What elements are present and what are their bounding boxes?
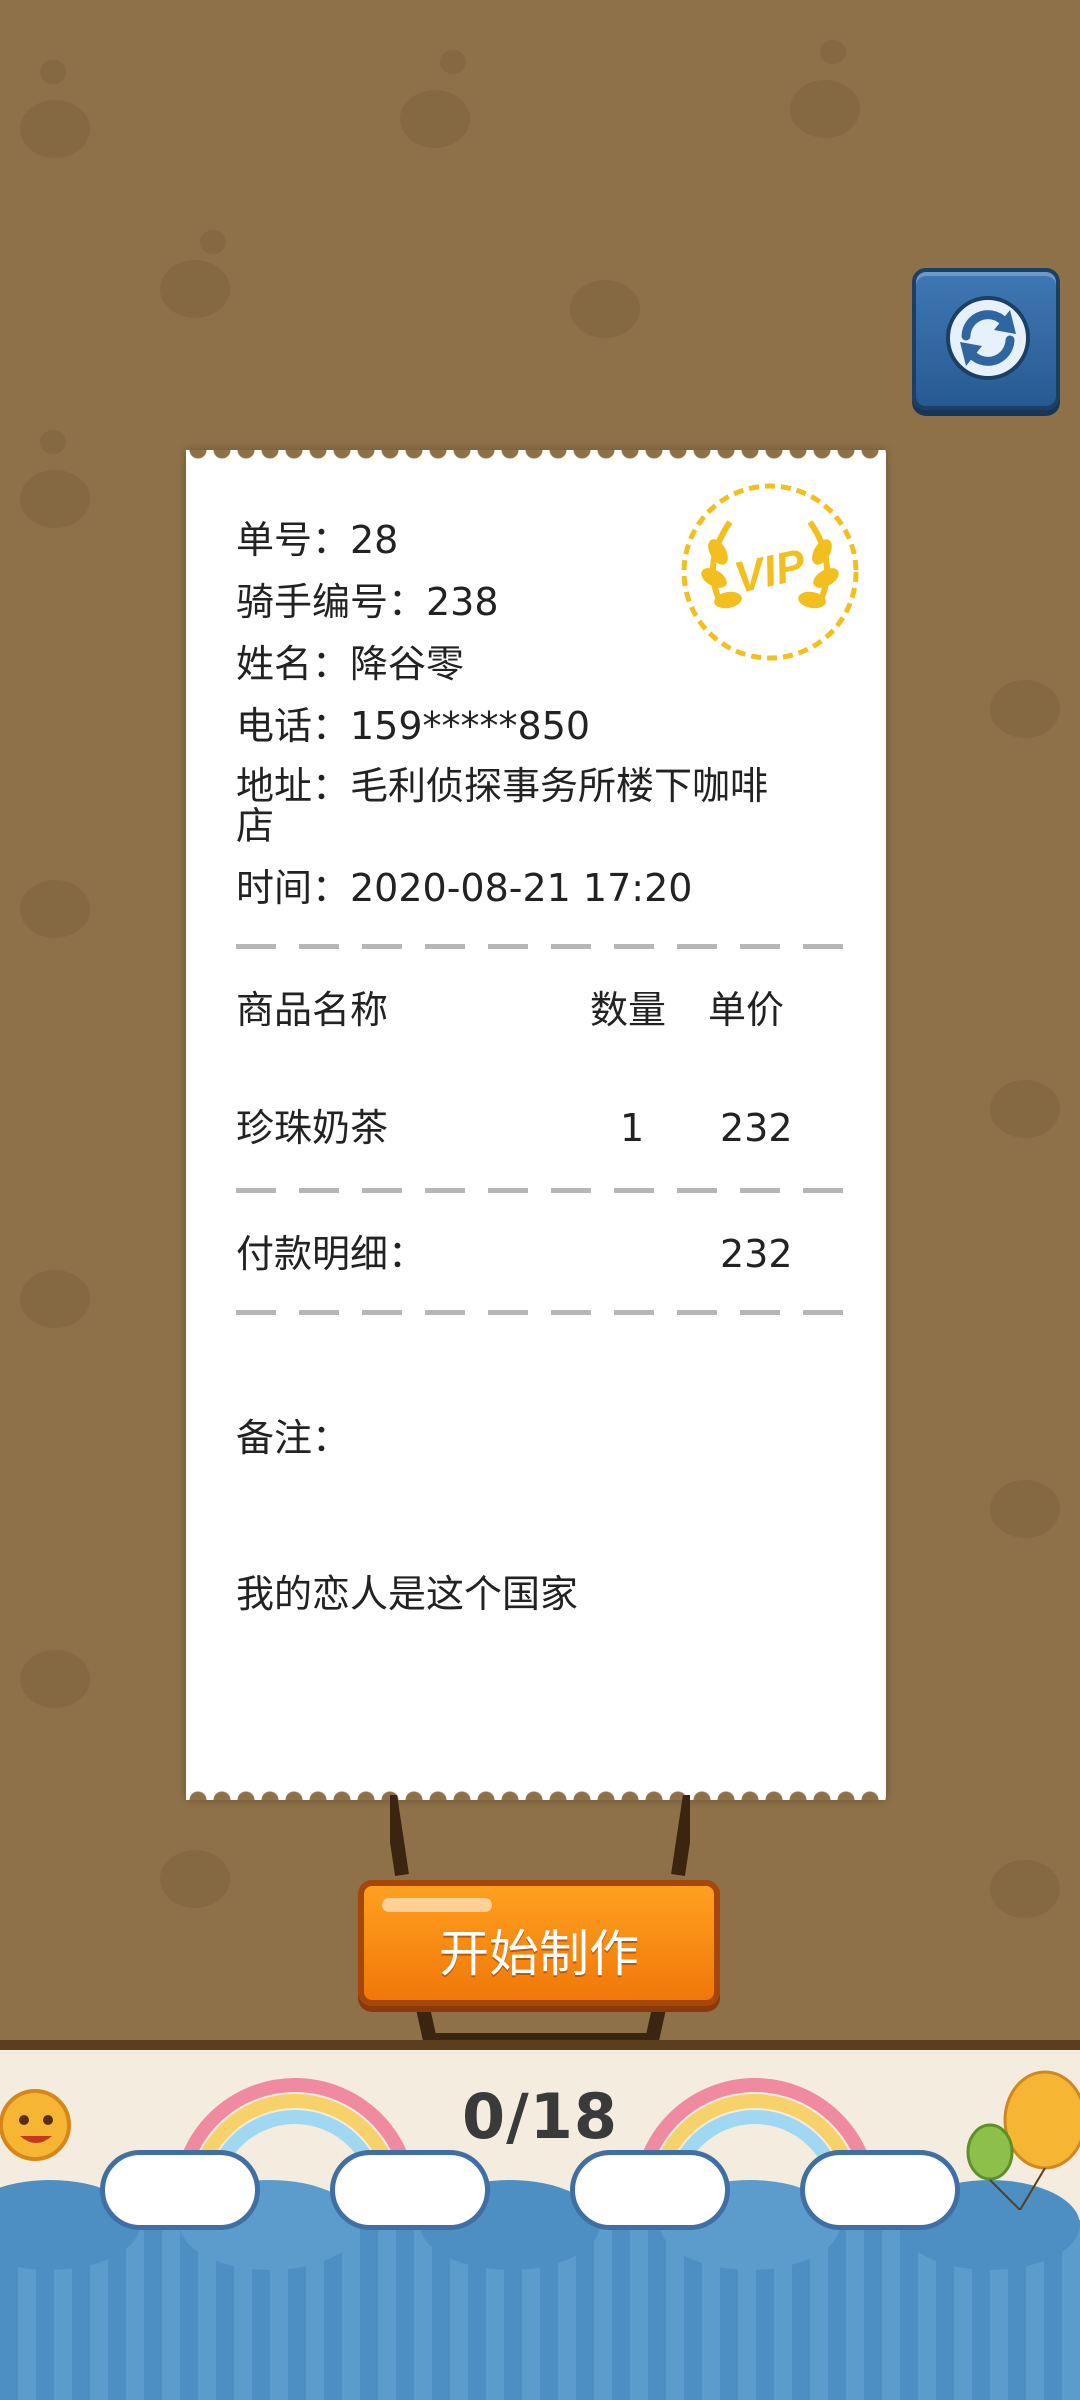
cloud-icon xyxy=(100,2150,260,2230)
cloud-icon xyxy=(800,2150,960,2230)
start-making-label: 开始制作 xyxy=(439,1925,639,1983)
order-receipt: VIP 单号：28 骑手编号：238 姓名：降谷零 电话：159*****850… xyxy=(186,450,886,1800)
address-line-2: 店 xyxy=(236,804,275,848)
button-shine xyxy=(382,1898,492,1912)
divider xyxy=(236,1310,846,1315)
vip-laurel-icon: VIP xyxy=(681,483,859,661)
payment-label: 付款明细： xyxy=(236,1232,427,1276)
refresh-icon xyxy=(946,296,1030,380)
cloud-icon xyxy=(330,2150,490,2230)
column-unit-price: 单价 xyxy=(708,988,785,1032)
rider-number: 骑手编号：238 xyxy=(236,580,499,624)
item-unit-price: 232 xyxy=(720,1106,793,1150)
bottom-panel: 0/18 xyxy=(0,2040,1080,2400)
receipt-top-edge xyxy=(186,450,886,464)
divider xyxy=(236,1188,846,1193)
order-progress-counter: 0/18 xyxy=(461,2080,619,2153)
customer-phone: 电话：159*****850 xyxy=(236,704,591,748)
note-text: 我的恋人是这个国家 xyxy=(236,1572,579,1616)
order-time: 时间：2020-08-21 17:20 xyxy=(236,866,693,910)
column-item-name: 商品名称 xyxy=(236,988,389,1032)
order-number: 单号：28 xyxy=(236,518,399,562)
divider xyxy=(236,944,846,949)
customer-name: 姓名：降谷零 xyxy=(236,642,465,686)
item-quantity: 1 xyxy=(620,1106,645,1150)
svg-text:VIP: VIP xyxy=(730,540,810,603)
payment-total: 232 xyxy=(720,1232,793,1276)
address-line-1: 地址：毛利侦探事务所楼下咖啡 xyxy=(236,764,769,808)
column-quantity: 数量 xyxy=(590,988,667,1032)
refresh-button[interactable] xyxy=(912,268,1060,410)
start-making-button[interactable]: 开始制作 xyxy=(358,1880,720,2006)
cloud-icon xyxy=(570,2150,730,2230)
item-name: 珍珠奶茶 xyxy=(236,1106,389,1150)
note-label: 备注： xyxy=(236,1416,351,1460)
